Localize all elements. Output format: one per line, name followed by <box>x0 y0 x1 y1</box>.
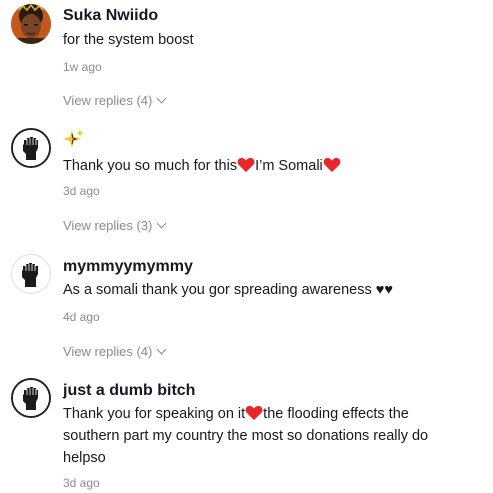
raised-fist-icon <box>13 380 49 416</box>
view-replies-button[interactable]: View replies (4) <box>63 93 167 108</box>
comment-text-line: southern part my country the most so don… <box>63 428 429 444</box>
raised-fist-icon <box>13 130 49 166</box>
chevron-down-icon <box>156 344 167 355</box>
timestamp: 1w ago <box>63 60 102 74</box>
username[interactable]: mymmyymymmy <box>63 257 479 277</box>
red-heart-icon <box>323 157 341 173</box>
comment-text: for the system boost <box>63 32 194 48</box>
view-replies-button[interactable]: View replies (4) <box>63 344 167 359</box>
avatar[interactable] <box>11 4 51 44</box>
timestamp: 3d ago <box>63 184 100 198</box>
comment-text-part: the flooding effects the <box>263 406 409 422</box>
timestamp: 4d ago <box>63 310 100 324</box>
comment-text-part: Thank you for speaking on it <box>63 406 246 422</box>
view-replies-label: View replies (4) <box>63 93 153 108</box>
comment-text-part: I’m Somali <box>255 158 323 174</box>
profile-photo-icon <box>11 4 51 44</box>
view-replies-button[interactable]: View replies (3) <box>63 218 167 233</box>
username[interactable]: Suka Nwiido <box>63 6 479 26</box>
comment-text-part: Thank you so much for this <box>63 158 238 174</box>
red-heart-icon <box>245 405 263 421</box>
chevron-down-icon <box>156 93 167 104</box>
view-replies-label: View replies (3) <box>63 218 153 233</box>
comment-text: Thank you so much for this I’m Somali <box>63 155 479 177</box>
comment-text: Thank you for speaking on it the flooding… <box>63 403 479 469</box>
raised-fist-icon <box>12 255 50 293</box>
avatar[interactable] <box>11 378 51 418</box>
avatar[interactable] <box>11 254 51 294</box>
timestamp: 3d ago <box>63 476 100 490</box>
chevron-down-icon <box>156 218 167 229</box>
avatar[interactable] <box>11 128 51 168</box>
sparkles-icon <box>63 129 84 148</box>
comment-text-line: helpso <box>63 450 106 466</box>
comment-text: As a somali thank you gor spreading awar… <box>63 282 393 298</box>
view-replies-label: View replies (4) <box>63 344 153 359</box>
username[interactable]: just a dumb bitch <box>63 381 479 401</box>
red-heart-icon <box>237 157 255 173</box>
comment-text-line: Thank you for speaking on it the flooding… <box>63 403 479 425</box>
